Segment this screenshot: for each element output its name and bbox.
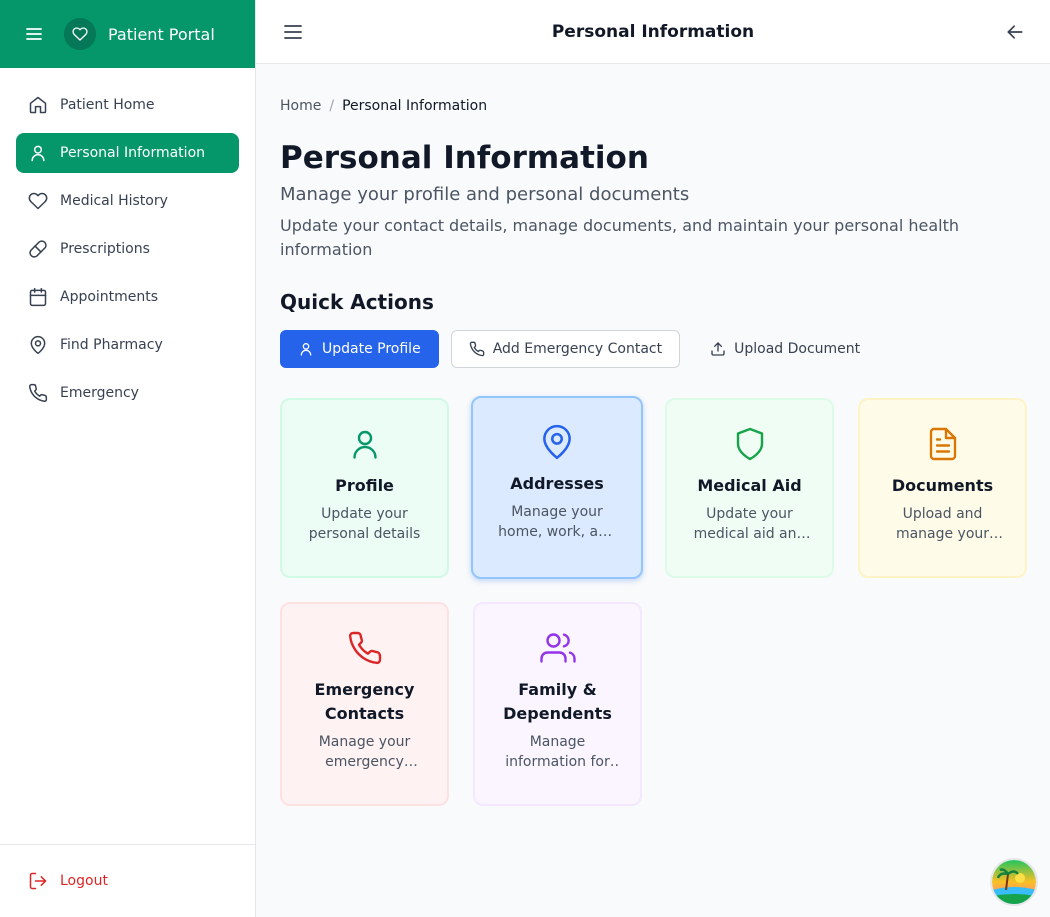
update-profile-button[interactable]: Update Profile bbox=[280, 330, 439, 368]
sidebar-item-label: Find Pharmacy bbox=[60, 337, 163, 353]
sidebar-item-medical-history[interactable]: Medical History bbox=[16, 181, 239, 221]
card-description: Manage information for family members bbox=[505, 734, 610, 770]
heart-icon bbox=[72, 27, 88, 41]
logout-label: Logout bbox=[60, 873, 108, 889]
breadcrumb-home-link[interactable]: Home bbox=[280, 98, 321, 114]
user-icon bbox=[298, 341, 314, 357]
top-header: Personal Information bbox=[256, 0, 1050, 64]
update-profile-label: Update Profile bbox=[322, 341, 421, 357]
heart-icon bbox=[28, 191, 48, 211]
sidebar-menu-button[interactable] bbox=[24, 24, 44, 44]
card-description: Manage your home, work, and other addres… bbox=[498, 504, 616, 540]
calendar-icon bbox=[28, 287, 48, 307]
card-description: Manage your emergency contacts bbox=[318, 734, 411, 770]
phone-icon bbox=[28, 383, 48, 403]
shield-icon bbox=[730, 424, 770, 464]
card-title: Profile bbox=[335, 476, 394, 495]
page-title: Personal Information bbox=[280, 140, 649, 176]
logout-icon bbox=[28, 871, 48, 891]
menu-icon bbox=[284, 25, 302, 39]
sidebar-item-label: Patient Home bbox=[60, 97, 155, 113]
upload-document-label: Upload Document bbox=[734, 341, 861, 357]
emergency-contacts-card[interactable]: Emergency Contacts Manage your emergency… bbox=[280, 602, 449, 806]
map-pin-icon bbox=[537, 422, 577, 462]
breadcrumb-current: Personal Information bbox=[342, 98, 488, 114]
users-icon bbox=[538, 628, 578, 668]
upload-document-button[interactable]: Upload Document bbox=[692, 330, 878, 368]
back-button[interactable] bbox=[1004, 21, 1026, 43]
sidebar-footer: Logout bbox=[0, 844, 255, 917]
breadcrumb: Home / Personal Information bbox=[280, 96, 1026, 116]
sidebar-item-appointments[interactable]: Appointments bbox=[16, 277, 239, 317]
upload-icon bbox=[710, 341, 726, 357]
medical-aid-card[interactable]: Medical Aid Update your medical aid and … bbox=[665, 398, 834, 578]
brand-name: Patient Portal bbox=[108, 24, 215, 44]
pill-icon bbox=[28, 239, 48, 259]
map-pin-icon bbox=[28, 335, 48, 355]
user-icon bbox=[345, 424, 385, 464]
brand-logo bbox=[64, 18, 96, 50]
add-emergency-contact-label: Add Emergency Contact bbox=[492, 341, 663, 357]
add-emergency-contact-button[interactable]: Add Emergency Contact bbox=[450, 330, 681, 368]
file-text-icon bbox=[923, 424, 963, 464]
card-description: Update your personal details bbox=[308, 506, 421, 542]
logout-button[interactable]: Logout bbox=[16, 861, 108, 901]
user-icon bbox=[28, 143, 48, 163]
sidebar: Patient Portal Patient Home Personal Inf… bbox=[0, 0, 256, 917]
card-title: Emergency Contacts bbox=[314, 680, 415, 723]
sidebar-item-label: Prescriptions bbox=[60, 241, 150, 257]
arrow-left-icon bbox=[1007, 25, 1023, 39]
addresses-card[interactable]: Addresses Manage your home, work, and ot… bbox=[471, 396, 643, 579]
sidebar-item-label: Personal Information bbox=[60, 145, 206, 161]
sidebar-brand: Patient Portal bbox=[0, 0, 255, 68]
profile-card[interactable]: Profile Update your personal details bbox=[280, 398, 449, 578]
sidebar-item-prescriptions[interactable]: Prescriptions bbox=[16, 229, 239, 269]
page-description: Update your contact details, manage docu… bbox=[280, 216, 959, 259]
breadcrumb-separator: / bbox=[329, 98, 335, 114]
floating-assistant-button[interactable] bbox=[990, 858, 1038, 906]
home-icon bbox=[28, 95, 48, 115]
card-title: Family & Dependents bbox=[503, 680, 612, 723]
header-menu-button[interactable] bbox=[282, 21, 304, 43]
main-content: Home / Personal Information Personal Inf… bbox=[280, 96, 1026, 368]
beach-avatar-icon bbox=[992, 860, 1036, 904]
documents-card[interactable]: Documents Upload and manage your documen… bbox=[858, 398, 1027, 578]
card-title: Documents bbox=[891, 476, 994, 495]
menu-icon bbox=[26, 28, 42, 40]
sidebar-item-label: Emergency bbox=[60, 385, 139, 401]
card-title: Addresses bbox=[510, 474, 604, 493]
card-title: Medical Aid bbox=[697, 476, 802, 495]
card-description: Update your medical aid and insurance de… bbox=[693, 506, 806, 542]
sidebar-item-patient-home[interactable]: Patient Home bbox=[16, 85, 239, 125]
family-dependents-card[interactable]: Family & Dependents Manage information f… bbox=[473, 602, 642, 806]
sidebar-item-personal-information[interactable]: Personal Information bbox=[16, 133, 239, 173]
header-title: Personal Information bbox=[551, 21, 755, 42]
quick-actions: Update Profile Add Emergency Contact Upl… bbox=[280, 330, 1026, 368]
phone-icon bbox=[345, 628, 385, 668]
sidebar-item-label: Medical History bbox=[60, 193, 168, 209]
phone-icon bbox=[469, 341, 485, 357]
sidebar-item-find-pharmacy[interactable]: Find Pharmacy bbox=[16, 325, 239, 365]
card-description: Upload and manage your documents bbox=[895, 506, 990, 542]
quick-actions-title: Quick Actions bbox=[280, 290, 434, 314]
sidebar-nav: Patient Home Personal Information Medica… bbox=[0, 68, 255, 413]
page-subtitle: Manage your profile and personal documen… bbox=[280, 184, 690, 205]
sidebar-item-emergency[interactable]: Emergency bbox=[16, 373, 239, 413]
sidebar-item-label: Appointments bbox=[60, 289, 159, 305]
